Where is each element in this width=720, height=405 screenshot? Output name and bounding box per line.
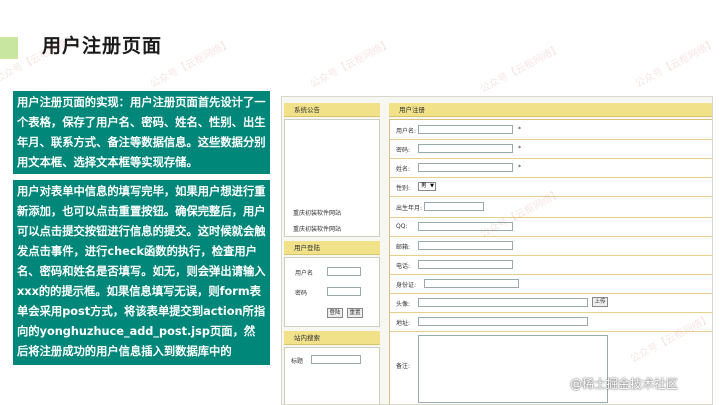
upload-button[interactable]: 上传 [592,297,608,307]
watermark: 公众号【云枢网络】 [478,43,564,96]
form-row: 密码: * [390,139,712,159]
field-label: 性别: [396,185,411,192]
description-card-2: 用户对表单中信息的填写完毕，如果用户想进行重新添加，也可以点击重置按钮。确保完整… [13,180,270,378]
app-screenshot: 系统公告 重庆初装软件网站 重庆初装软件网站 用户登陆 用户名 密码 登陆 重置… [281,96,713,405]
birthdate-input[interactable] [424,202,484,211]
required-mark: * [518,126,521,133]
form-row: 邮箱: [390,236,712,256]
announcement-box: 重庆初装软件网站 重庆初装软件网站 [284,119,380,237]
register-header: 用户注册 [389,103,712,117]
login-button[interactable]: 登陆 [327,308,343,318]
chevron-down-icon: ▼ [430,183,434,189]
required-mark: * [518,164,521,171]
announcement-link[interactable]: 重庆初装软件网站 [293,224,341,233]
id-card-input[interactable] [424,279,519,288]
description-text-2: 用户对表单中信息的填写完毕，如果用户想进行重新添加，也可以点击重置按钮。确保完整… [17,185,266,378]
form-row: 性别: 男 ▼ [390,177,712,197]
form-row: 出生年月: [390,196,712,218]
remarks-textarea[interactable] [418,335,608,403]
form-row: QQ: [390,217,712,237]
email-input[interactable] [418,241,513,250]
username-input[interactable] [418,125,513,134]
field-label: 备注: [396,363,411,370]
description-text-1: 用户注册页面的实现：用户注册页面首先设计了一个表格，保存了用户名、密码、姓名、性… [17,96,266,169]
login-box: 用户名 密码 登陆 重置 [284,257,380,327]
form-row: 姓名: * [390,158,712,178]
form-row: 电话: [390,255,712,275]
watermark: 公众号【云枢网络】 [308,38,394,91]
field-label: 出生年月: [396,205,423,212]
login-password-input[interactable] [327,287,361,296]
form-row: 身份证: [390,274,712,294]
field-label: 密码: [396,147,411,154]
slide-title: 用户注册页面 [42,35,163,57]
search-title-label: 标题 [291,358,304,365]
field-label: 邮箱: [396,244,411,251]
footer-watermark: @稀土掘金技术社区 [570,377,679,391]
register-form: 用户名: * 密码: * 姓名: * 性别: 男 ▼ 出生年月: QQ: 邮箱:… [389,119,712,404]
description-card-1: 用户注册页面的实现：用户注册页面首先设计了一个表格，保存了用户名、密码、姓名、性… [13,91,270,174]
field-label: 地址: [396,320,411,327]
address-input[interactable] [418,317,588,326]
login-password-label: 密码 [295,290,308,297]
search-box: 标题 [284,347,380,404]
form-row: 头像: 上传 [390,293,712,313]
login-username-label: 用户名 [295,270,314,277]
announcement-header: 系统公告 [284,103,380,117]
form-row: 地址: [390,312,712,332]
field-label: 用户名: [396,128,417,135]
search-input[interactable] [311,355,361,364]
form-row: 备注: [390,331,712,404]
search-header: 站内搜索 [284,331,380,345]
field-label: 头像: [396,301,411,308]
announcement-link[interactable]: 重庆初装软件网站 [293,208,341,217]
gender-value: 男 [421,183,427,189]
login-username-input[interactable] [327,267,361,276]
password-input[interactable] [418,144,513,153]
phone-input[interactable] [418,260,513,269]
field-label: 身份证: [396,282,417,289]
form-row: 用户名: * [390,120,712,140]
required-mark: * [518,145,521,152]
field-label: 姓名: [396,166,411,173]
name-input[interactable] [418,163,513,172]
watermark: 公众号【云枢网络】 [633,38,719,91]
slide: 用户注册页面 用户注册页面的实现：用户注册页面首先设计了一个表格，保存了用户名、… [0,0,720,405]
login-reset-button[interactable]: 重置 [347,308,363,318]
gender-select[interactable]: 男 ▼ [418,182,436,191]
qq-input[interactable] [418,222,513,231]
title-accent [0,37,18,59]
avatar-input[interactable] [418,298,588,307]
field-label: QQ: [396,223,408,230]
field-label: 电话: [396,263,411,270]
login-header: 用户登陆 [284,241,380,255]
